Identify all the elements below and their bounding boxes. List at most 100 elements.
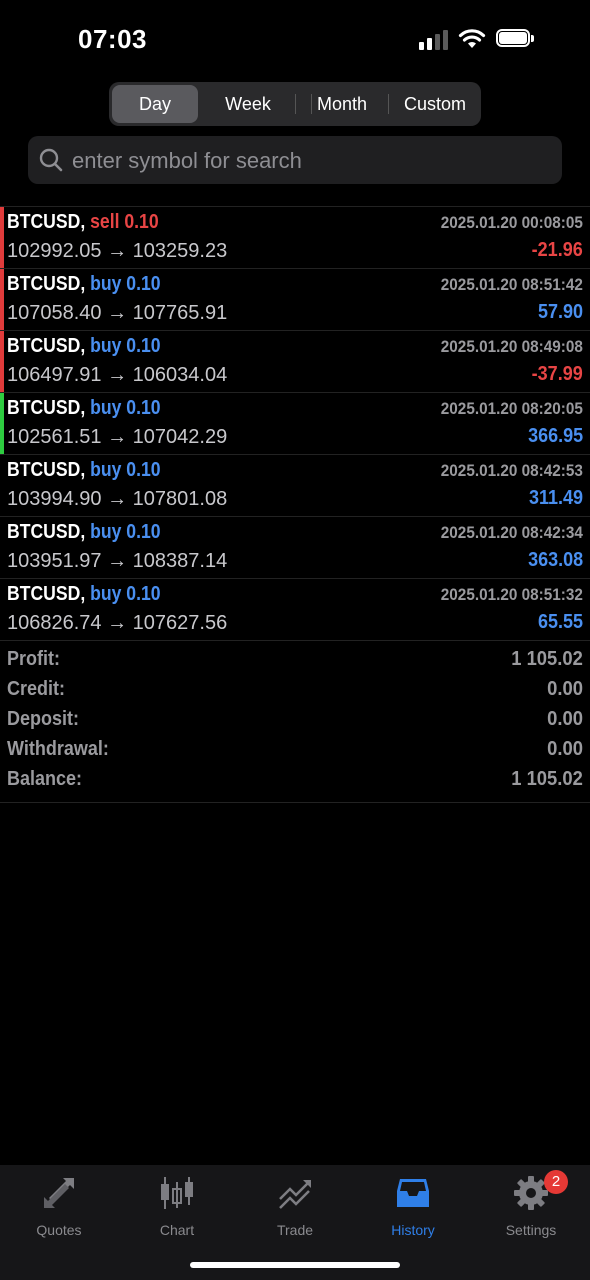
tab-history[interactable]: History bbox=[354, 1173, 472, 1239]
status-time: 07:03 bbox=[78, 24, 147, 54]
tab-label: History bbox=[391, 1222, 435, 1238]
open-price: 106497.91 bbox=[7, 364, 102, 386]
deal-profit: 363.08 bbox=[527, 549, 583, 571]
deal-prices: 103994.90 → 107801.08 bbox=[7, 488, 227, 511]
tab-quotes[interactable]: Quotes bbox=[0, 1173, 118, 1239]
deal-row[interactable]: BTCUSD, sell 0.10 2025.01.20 00:08:05 1029… bbox=[0, 207, 590, 269]
close-price: 103259.23 bbox=[132, 240, 228, 262]
search-icon bbox=[39, 148, 63, 172]
deal-profit: -37.99 bbox=[531, 363, 583, 385]
wifi-icon bbox=[458, 29, 486, 48]
deal-row[interactable]: BTCUSD, buy 0.10 2025.01.20 08:51:42 10705… bbox=[0, 269, 590, 331]
search-input[interactable] bbox=[70, 136, 554, 186]
deal-marker bbox=[0, 331, 4, 392]
deal-row[interactable]: BTCUSD, buy 0.10 2025.01.20 08:51:32 10682… bbox=[0, 579, 590, 641]
arrow-icon: → bbox=[107, 488, 128, 510]
open-price: 102992.05 bbox=[7, 240, 102, 262]
period-tab-custom[interactable]: Custom bbox=[389, 85, 481, 123]
symbol-name: BTCUSD, bbox=[7, 459, 86, 481]
tab-label: Quotes bbox=[36, 1222, 82, 1238]
arrow-icon: → bbox=[107, 550, 128, 572]
deal-profit: 366.95 bbox=[527, 425, 583, 447]
deal-row[interactable]: BTCUSD, buy 0.10 2025.01.20 08:20:05 10256… bbox=[0, 393, 590, 455]
summary-label: Balance: bbox=[7, 768, 83, 790]
deal-row[interactable]: BTCUSD, buy 0.10 2025.01.20 08:42:53 10399… bbox=[0, 455, 590, 517]
arrow-icon: → bbox=[107, 302, 128, 324]
trade-icon bbox=[279, 1180, 311, 1209]
battery-icon bbox=[496, 29, 534, 49]
summary-row: Withdrawal: 0.00 bbox=[0, 736, 590, 766]
summary-row: Profit: 1 105.02 bbox=[0, 646, 590, 676]
close-price: 107765.91 bbox=[132, 302, 228, 324]
symbol-name: BTCUSD, bbox=[7, 273, 86, 295]
deals-list: BTCUSD, sell 0.10 2025.01.20 00:08:05 1029… bbox=[0, 206, 590, 641]
summary-value: 1 105.02 bbox=[511, 648, 583, 670]
search-bar bbox=[28, 136, 562, 186]
summary-label: Withdrawal: bbox=[7, 738, 109, 760]
deal-time: 2025.01.20 08:20:05 bbox=[440, 399, 583, 418]
home-indicator[interactable] bbox=[190, 1262, 400, 1268]
deal-marker bbox=[0, 393, 4, 454]
deal-prices: 103951.97 → 108387.14 bbox=[7, 550, 227, 573]
arrow-icon: → bbox=[107, 240, 128, 262]
summary-value: 0.00 bbox=[547, 738, 583, 760]
close-price: 107801.08 bbox=[132, 488, 228, 510]
symbol-name: BTCUSD, bbox=[7, 397, 86, 419]
symbol-name: BTCUSD, bbox=[7, 211, 86, 233]
deal-row[interactable]: BTCUSD, buy 0.10 2025.01.20 08:42:34 10395… bbox=[0, 517, 590, 579]
tab-settings[interactable]: 2 Settings bbox=[472, 1170, 590, 1239]
deal-marker bbox=[0, 517, 4, 578]
summary-label: Profit: bbox=[7, 648, 61, 670]
deal-symbol: BTCUSD, buy 0.10 bbox=[7, 459, 161, 482]
deal-time: 2025.01.20 08:49:08 bbox=[440, 337, 583, 356]
tab-trade[interactable]: Trade bbox=[236, 1173, 354, 1239]
symbol-name: BTCUSD, bbox=[7, 583, 86, 605]
deal-symbol: BTCUSD, buy 0.10 bbox=[7, 273, 161, 296]
open-price: 103951.97 bbox=[7, 550, 102, 572]
chart-icon bbox=[161, 1177, 193, 1209]
summary-row: Deposit: 0.00 bbox=[0, 706, 590, 736]
deal-time: 2025.01.20 08:51:42 bbox=[440, 275, 583, 294]
period-tab-month[interactable]: Month bbox=[296, 85, 388, 123]
deal-side: buy 0.10 bbox=[90, 335, 161, 357]
arrow-icon: → bbox=[107, 612, 128, 634]
deal-profit: -21.96 bbox=[531, 239, 583, 261]
tab-chart[interactable]: Chart bbox=[118, 1173, 236, 1239]
deal-side: buy 0.10 bbox=[90, 583, 161, 605]
deal-side: buy 0.10 bbox=[90, 397, 161, 419]
period-tab-week[interactable]: Week bbox=[204, 85, 292, 123]
summary-value: 0.00 bbox=[547, 678, 583, 700]
notification-badge: 2 bbox=[544, 1170, 568, 1194]
tab-label: Trade bbox=[276, 1222, 314, 1238]
tab-label: Settings bbox=[505, 1222, 557, 1238]
deal-time: 2025.01.20 00:08:05 bbox=[440, 213, 583, 232]
deal-side: buy 0.10 bbox=[90, 521, 161, 543]
deal-symbol: BTCUSD, buy 0.10 bbox=[7, 583, 161, 606]
open-price: 103994.90 bbox=[7, 488, 102, 510]
symbol-name: BTCUSD, bbox=[7, 335, 86, 357]
close-price: 106034.04 bbox=[132, 364, 228, 386]
open-price: 102561.51 bbox=[7, 426, 102, 448]
deal-row[interactable]: BTCUSD, buy 0.10 2025.01.20 08:49:08 10649… bbox=[0, 331, 590, 393]
deal-time: 2025.01.20 08:42:53 bbox=[440, 461, 583, 480]
deal-prices: 106497.91 → 106034.04 bbox=[7, 364, 227, 387]
deal-marker bbox=[0, 207, 4, 268]
deal-profit: 65.55 bbox=[537, 611, 583, 633]
close-price: 108387.14 bbox=[132, 550, 228, 572]
close-price: 107627.56 bbox=[132, 612, 228, 634]
deal-marker bbox=[0, 579, 4, 640]
period-tab-day[interactable]: Day bbox=[112, 85, 198, 123]
deal-prices: 102992.05 → 103259.23 bbox=[7, 240, 227, 263]
arrow-icon: → bbox=[107, 426, 128, 448]
cellular-signal-icon bbox=[419, 30, 449, 50]
deal-profit: 57.90 bbox=[537, 301, 583, 323]
deal-profit: 311.49 bbox=[528, 487, 583, 509]
tab-label: Chart bbox=[159, 1222, 195, 1238]
close-price: 107042.29 bbox=[132, 426, 228, 448]
deal-prices: 106826.74 → 107627.56 bbox=[7, 612, 227, 635]
symbol-name: BTCUSD, bbox=[7, 521, 86, 543]
deal-time: 2025.01.20 08:51:32 bbox=[440, 585, 583, 604]
history-icon bbox=[397, 1179, 429, 1207]
period-segmented-control: Day Week Month Custom bbox=[109, 82, 481, 126]
summary-row: Credit: 0.00 bbox=[0, 676, 590, 706]
